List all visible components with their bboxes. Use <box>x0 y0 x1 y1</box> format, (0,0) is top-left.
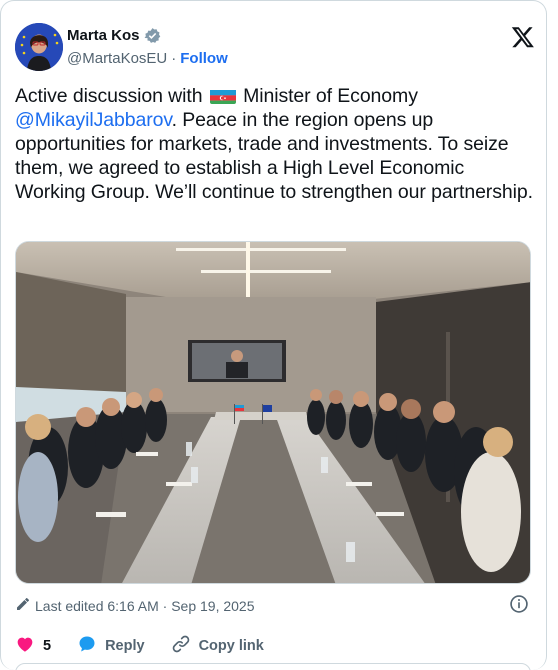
tweet-photo[interactable] <box>15 241 531 584</box>
handle-separator: · <box>171 50 177 67</box>
copy-link-button[interactable]: Copy link <box>171 634 264 658</box>
edited-info[interactable]: Last edited 6:16 AM · Sep 19, 2025 <box>15 596 255 615</box>
heart-icon <box>15 634 35 658</box>
tweet-text-part-2: Minister of Economy <box>237 85 418 107</box>
tweet-card: Marta Kos @MartaKosEU · Follow Active di… <box>0 0 547 670</box>
info-icon[interactable] <box>509 594 529 614</box>
link-icon <box>171 634 191 658</box>
author-name[interactable]: Marta Kos <box>67 27 140 44</box>
tweet-header: Marta Kos @MartaKosEU · Follow <box>15 23 535 73</box>
verified-badge-icon <box>144 27 161 44</box>
mention-link[interactable]: @MikayilJabbarov <box>15 109 172 131</box>
author-handle[interactable]: @MartaKosEU <box>67 50 167 67</box>
avatar[interactable] <box>15 23 63 71</box>
follow-button[interactable]: Follow <box>180 50 228 67</box>
pencil-icon <box>15 596 31 615</box>
reply-box-edge <box>15 663 531 670</box>
action-bar: 5 Reply Copy link <box>15 634 290 658</box>
reply-button[interactable]: Reply <box>77 634 145 658</box>
edited-label: Last edited 6:16 AM · Sep 19, 2025 <box>35 597 255 614</box>
tweet-text: Active discussion with Minister of Econo… <box>15 84 533 204</box>
tweet-text-part-1: Active discussion with <box>15 85 208 107</box>
reply-bubble-icon <box>77 634 97 658</box>
like-button[interactable]: 5 <box>15 634 51 658</box>
handle-row: @MartaKosEU · Follow <box>67 50 228 67</box>
reply-label: Reply <box>105 638 145 654</box>
azerbaijan-flag-icon <box>209 88 236 104</box>
like-count: 5 <box>43 638 52 654</box>
x-logo-icon[interactable] <box>511 25 535 49</box>
name-row: Marta Kos <box>67 27 161 44</box>
copy-link-label: Copy link <box>198 638 264 654</box>
